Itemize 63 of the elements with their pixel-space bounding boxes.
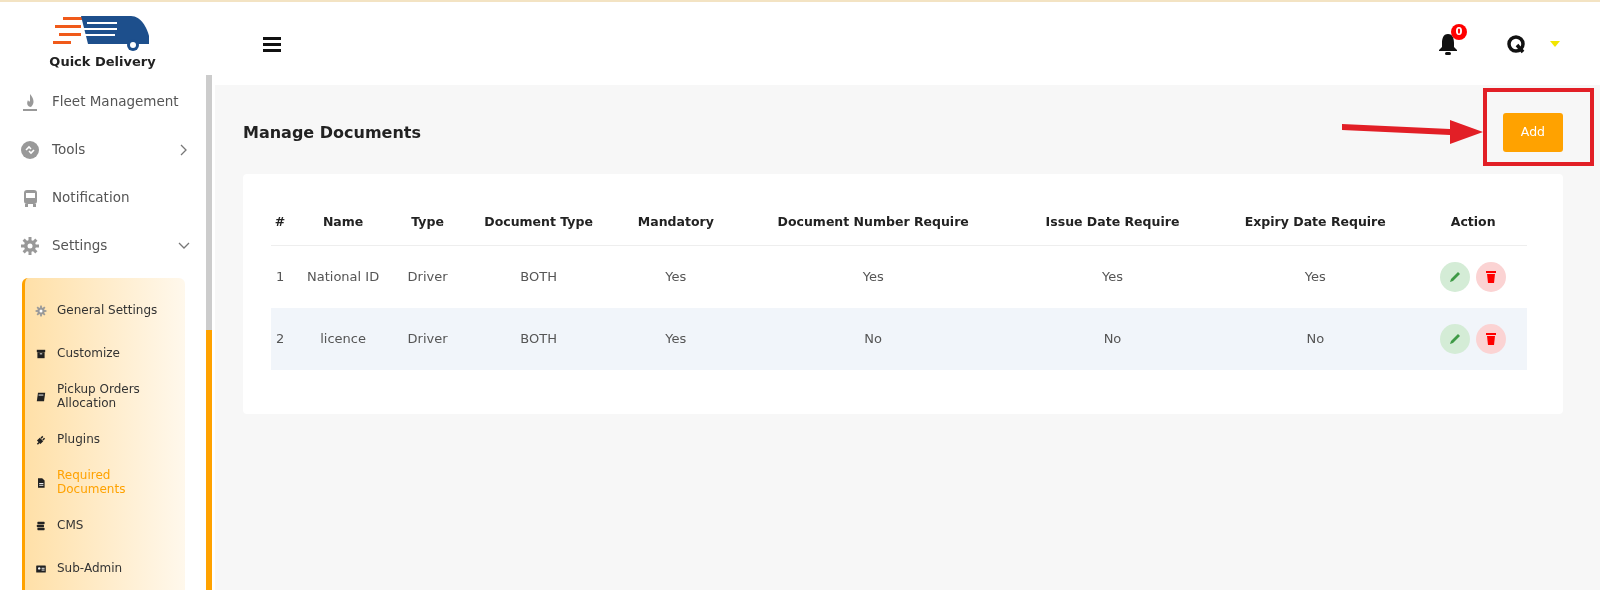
submenu-item[interactable]: CMS — [35, 504, 185, 548]
table-cell: Yes — [732, 245, 1014, 308]
id-card-icon — [35, 563, 47, 575]
column-header: Name — [289, 199, 398, 246]
notification-count: 0 — [1451, 23, 1467, 40]
scrollbar[interactable] — [206, 75, 212, 590]
table-cell: BOTH — [458, 307, 620, 370]
stack-icon — [35, 520, 47, 532]
bell-icon — [1438, 33, 1458, 55]
notification-button[interactable] — [1438, 31, 1458, 56]
pencil-icon — [1448, 270, 1463, 284]
column-header: Action — [1419, 199, 1527, 246]
table-cell: Driver — [397, 307, 459, 370]
sidebar-item[interactable]: Settings — [20, 221, 190, 270]
box-icon — [35, 348, 47, 360]
table-cell: Yes — [619, 245, 733, 308]
page-title: Manage Documents — [243, 122, 421, 142]
file-icon — [35, 477, 47, 489]
table-cell: Driver — [397, 245, 459, 308]
plug-icon — [35, 434, 47, 446]
submenu-item[interactable]: General Settings — [35, 289, 185, 333]
submenu-item[interactable]: Customize — [35, 332, 185, 376]
submenu-item[interactable]: Sub-Admin — [35, 547, 185, 590]
caret-icon — [1550, 40, 1560, 47]
column-header: Issue Date Require — [1013, 199, 1212, 246]
table-cell: 2 — [271, 307, 290, 370]
table-cell: Yes — [619, 307, 733, 370]
column-header: Type — [397, 199, 459, 246]
column-header: Document Number Require — [732, 199, 1014, 246]
edit-button[interactable] — [1440, 262, 1471, 292]
edit-button[interactable] — [1440, 323, 1471, 354]
column-header: Document Type — [458, 199, 620, 246]
table-cell: National ID — [289, 245, 398, 308]
book-icon — [35, 391, 47, 403]
scrollbar-thumb[interactable] — [206, 330, 212, 590]
submenu-item[interactable]: Plugins — [35, 418, 185, 462]
delete-button[interactable] — [1476, 323, 1507, 354]
table-cell: No — [732, 307, 1014, 370]
sidebar-item[interactable]: Fleet Management — [20, 77, 190, 126]
table-cell: 1 — [271, 245, 290, 308]
column-header: Expiry Date Require — [1211, 199, 1420, 246]
sidebar-item[interactable]: Notification — [20, 173, 190, 222]
gear-icon — [35, 305, 47, 317]
brand-name: Quick Delivery — [49, 53, 156, 71]
sidebar-item[interactable]: Tools — [20, 125, 190, 174]
delete-button[interactable] — [1476, 262, 1507, 292]
table-cell: Yes — [1211, 245, 1420, 308]
trash-icon — [1485, 270, 1498, 284]
menu-icon — [263, 36, 281, 52]
trash-icon — [1485, 331, 1498, 346]
table-cell: No — [1211, 307, 1420, 370]
link-icon — [20, 139, 40, 160]
table-cell: No — [1013, 307, 1212, 370]
table-cell: Yes — [1013, 245, 1212, 308]
table-cell: licence — [289, 307, 398, 370]
table-cell: BOTH — [458, 245, 620, 308]
avatar-icon — [1506, 33, 1526, 54]
column-header: # — [271, 199, 290, 246]
gear-icon — [20, 235, 40, 256]
profile-menu[interactable] — [1506, 33, 1560, 54]
column-header: Mandatory — [619, 199, 733, 246]
submenu-item[interactable]: Pickup Orders Allocation — [35, 375, 185, 419]
pencil-icon — [1448, 331, 1463, 346]
